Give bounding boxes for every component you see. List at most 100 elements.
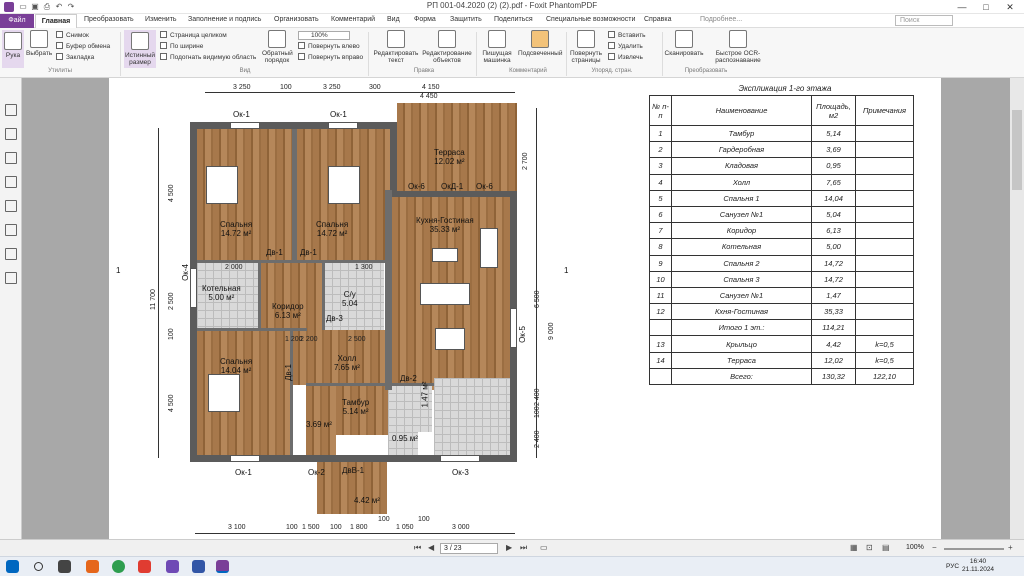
door-label: Дв-1 — [283, 364, 293, 381]
room-name: Коридор — [272, 302, 304, 311]
single-page-icon[interactable]: ▭ — [540, 543, 548, 552]
extract-button[interactable]: Извлечь — [608, 53, 643, 62]
table-cell: 5 — [649, 189, 672, 207]
dimension-line — [205, 92, 515, 93]
tab-edit[interactable]: Изменить — [145, 16, 177, 23]
start-icon[interactable] — [6, 560, 19, 573]
attachment-icon[interactable] — [5, 200, 17, 212]
lock-icon[interactable] — [5, 224, 17, 236]
ocr-button[interactable]: Быстрое OCR-распознавание — [708, 30, 768, 64]
wall — [190, 122, 397, 129]
foxit-taskbar-icon[interactable] — [216, 560, 229, 573]
page-number-input[interactable]: 3 / 23 — [440, 543, 498, 554]
search-icon[interactable] — [34, 562, 43, 571]
highlight-button[interactable]: Подсвеченный — [518, 30, 562, 57]
zoom-slider[interactable] — [944, 548, 1004, 550]
tab-fill-sign[interactable]: Заполнение и подпись — [188, 16, 261, 23]
view-mode-icon[interactable]: ▦ — [850, 543, 858, 552]
tab-comment[interactable]: Комментарий — [331, 16, 375, 23]
zoom-level[interactable]: 100% — [906, 544, 924, 551]
tab-organize[interactable]: Организовать — [274, 16, 319, 23]
room-name: Котельная — [202, 284, 241, 293]
edit-object-button[interactable]: Редактирование объектов — [422, 30, 472, 64]
fit-page-button[interactable]: Страница целиком — [160, 31, 227, 40]
tab-file[interactable]: Файл — [0, 14, 34, 28]
signature-icon[interactable] — [5, 272, 17, 284]
ocr-label: Быстрое OCR-распознавание — [715, 50, 761, 64]
dim-label: 2 000 — [225, 264, 243, 271]
clipboard-button[interactable]: Буфер обмена — [56, 42, 110, 51]
fit-icon[interactable]: ⊡ — [866, 543, 873, 552]
scanner-icon — [675, 30, 693, 48]
next-page-icon[interactable]: ▶ — [506, 543, 512, 552]
rotate-right-button[interactable]: Повернуть вправо — [298, 53, 363, 62]
actual-size-button[interactable]: Истинный размер — [124, 30, 156, 68]
page-view-icon[interactable]: ▤ — [882, 543, 890, 552]
first-page-icon[interactable]: ⏮ — [414, 543, 421, 553]
tab-accessibility[interactable]: Специальные возможности — [546, 16, 635, 23]
tab-view[interactable]: Вид — [387, 16, 400, 23]
minimize-button[interactable]: — — [950, 0, 974, 14]
room-label: С/у 5.04 — [342, 290, 358, 308]
snapshot-button[interactable]: Снимок — [56, 31, 89, 40]
fit-visible-button[interactable]: Подогнать видимую область — [160, 53, 256, 62]
window-title: РП 001-04.2020 (2) (2).pdf - Foxit Phant… — [426, 1, 598, 10]
zoom-in-icon[interactable]: + — [1008, 543, 1013, 552]
content-icon[interactable] — [5, 248, 17, 260]
window-label: Ок-2 — [308, 468, 325, 477]
language-indicator[interactable]: РУС — [946, 563, 959, 570]
dim-label: 2 500 — [168, 292, 175, 310]
shield-icon[interactable] — [192, 560, 205, 573]
select-tool-button[interactable]: Выбрать — [26, 30, 52, 57]
scrollbar-thumb[interactable] — [1012, 110, 1022, 190]
firefox-icon[interactable] — [86, 560, 99, 573]
hand-icon[interactable] — [5, 104, 17, 116]
insert-button[interactable]: Вставить — [608, 31, 646, 40]
bookmark-button[interactable]: Закладка — [56, 53, 94, 62]
rotate-right-label: Повернуть вправо — [308, 54, 364, 61]
rotate-left-button[interactable]: Повернуть влево — [298, 42, 360, 51]
table-cell — [855, 270, 914, 288]
reflow-button[interactable]: Обратный порядок — [262, 30, 293, 64]
typewriter-button[interactable]: Пишущая машинка — [480, 30, 514, 64]
room-label: Спальня 14.04 м² — [220, 357, 252, 375]
maximize-button[interactable]: □ — [974, 0, 998, 14]
scan-button[interactable]: Сканировать — [664, 30, 704, 57]
tab-home[interactable]: Главная — [35, 14, 77, 29]
tab-convert[interactable]: Преобразовать — [84, 16, 134, 23]
zoom-select[interactable]: 100% — [298, 31, 350, 40]
room-label: Терраса 12.02 м² — [434, 148, 465, 166]
table-cell: Спальня 3 — [671, 270, 812, 288]
tab-share[interactable]: Поделиться — [494, 16, 533, 23]
bookmark-icon — [56, 53, 63, 60]
search-input[interactable]: Поиск — [895, 15, 953, 26]
clock[interactable]: 16:40 21.11.2024 — [962, 558, 994, 574]
hand-tool-button[interactable]: Рука — [2, 30, 24, 68]
delete-button[interactable]: Удалить — [608, 42, 643, 51]
pages-icon[interactable] — [5, 128, 17, 140]
chrome-icon[interactable] — [112, 560, 125, 573]
rotate-right-icon — [298, 53, 305, 60]
yandex-browser-icon[interactable] — [166, 560, 179, 573]
door-label: Дв-1 — [300, 248, 317, 257]
table-cell: 5,00 — [811, 238, 856, 256]
prev-page-icon[interactable]: ◀ — [428, 543, 434, 552]
yandex-icon[interactable] — [138, 560, 151, 573]
dimension-line — [158, 128, 159, 458]
close-button[interactable]: ✕ — [998, 0, 1022, 14]
layers-icon[interactable] — [5, 152, 17, 164]
table-cell: k=0,5 — [855, 335, 914, 353]
last-page-icon[interactable]: ⏭ — [520, 543, 527, 553]
tell-me[interactable]: Подробнее... — [700, 16, 742, 23]
zoom-out-icon[interactable]: − — [932, 543, 937, 552]
fit-width-button[interactable]: По ширине — [160, 42, 203, 51]
tab-help[interactable]: Справка — [644, 16, 671, 23]
table-cell: 6,13 — [811, 222, 856, 240]
tab-form[interactable]: Форма — [414, 16, 436, 23]
rotate-pages-button[interactable]: Повернуть страницы — [568, 30, 604, 64]
comment-icon[interactable] — [5, 176, 17, 188]
edit-text-button[interactable]: Редактировать текст — [372, 30, 420, 64]
table-cell: 7,65 — [811, 173, 856, 191]
tab-protect[interactable]: Защитить — [450, 16, 482, 23]
task-view-icon[interactable] — [58, 560, 71, 573]
